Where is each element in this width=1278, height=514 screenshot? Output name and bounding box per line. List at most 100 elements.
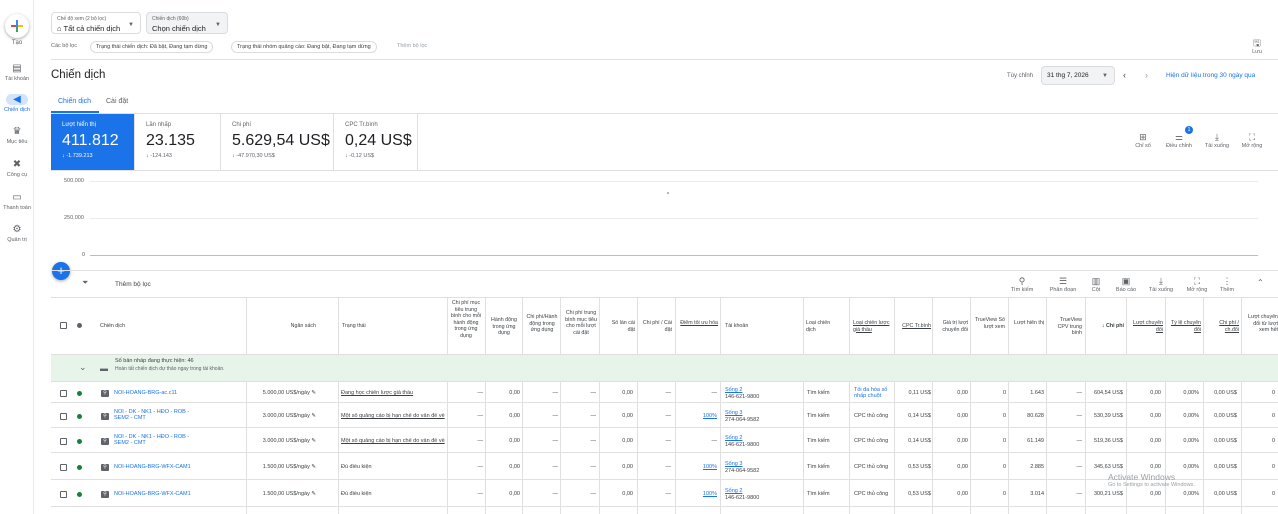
table-expand-button[interactable]: ⛶ Mở rộng [1183,275,1211,293]
column-header-impressions[interactable]: Lượt hiển thị [1010,320,1044,327]
nav-tools[interactable]: ✖ Công cụ [0,159,34,178]
select-all-checkbox[interactable] [60,322,67,329]
column-header-bid-strategy-type[interactable]: Loại chiến lược giá thầu [853,320,893,333]
metric-card-avg-cpc[interactable]: CPC Tr.bình 0,24 US$ ↓ -0,12 US$ [334,114,418,170]
column-header-campaign-type[interactable]: Loại chiến dịch [806,320,840,333]
nav-admin[interactable]: ⚙ Quản trị [0,224,34,243]
edit-budget-icon[interactable]: ✎ [311,438,316,444]
metric-card-cost[interactable]: Chi phí 5.629,54 US$ ↓ -47.970,30 US$ [221,114,334,170]
table-row[interactable]: ⚲ NOI - DK - NK1 - HĐO - ROB - SEM2 - CMT… [51,428,1278,453]
chart-expand-button[interactable]: ⛶ Mở rộng [1238,131,1266,149]
status-enabled-dot[interactable] [77,465,82,470]
column-header-cost-per-conv[interactable]: Chi phí / ch.đổi [1205,320,1239,333]
add-filter-link[interactable]: Thêm bộ lọc [397,43,427,49]
cell-account[interactable]: Sống 2 [725,435,742,441]
cell-opt[interactable]: 100% [677,464,717,470]
column-header-trueview-views[interactable]: TrueView Số lượt xem [972,317,1005,330]
column-header-trueview-cpv[interactable]: TrueView CPV trung bình [1048,317,1082,337]
cell-name[interactable]: NOI-HOANG-BRG-ac.c11 [114,390,177,396]
metrics-button[interactable]: ⊞ Chỉ số [1130,131,1156,149]
edit-budget-icon[interactable]: ✎ [311,390,316,396]
more-button[interactable]: ⋮ Thêm [1216,275,1238,293]
row-checkbox[interactable] [60,413,67,420]
table-row[interactable]: ⚲ NOI - DK - NK1 - HĐO - ROB - SEM2 - CMT… [51,403,1278,428]
row-checkbox[interactable] [60,464,67,471]
expand-chevron-icon[interactable]: ⌄ [79,362,87,373]
column-header-conv-value[interactable]: Giá trị lượt chuyển đổi [935,320,968,333]
nav-accounts[interactable]: ▤ Tài khoản [0,63,34,82]
cell-opt[interactable]: — [677,390,718,396]
next-period-icon[interactable]: › [1145,70,1148,80]
table-download-button[interactable]: ⤓ Tải xuống [1146,275,1176,293]
nav-campaigns[interactable]: ◀ Chiến dịch [0,94,34,113]
row-checkbox[interactable] [60,438,67,445]
nav-billing[interactable]: ▭ Thanh toán [0,192,34,211]
column-header-view-through-conv[interactable]: Lượt chuyển đổi từ lượt xem hết [1243,314,1278,334]
status-enabled-dot[interactable] [77,414,82,419]
campaign-dropdown[interactable]: Chiến dịch (60b) Chọn chiến dịch ▼ [146,12,228,34]
column-header-cost[interactable]: ↓ Chi phí [1088,323,1124,330]
drafts-row[interactable]: ⌄ ▬ Số bản nháp đang thực hiện: 46 Hoàn … [51,355,1278,382]
chart-download-button[interactable]: ⤓ Tải xuống [1202,131,1232,149]
table-search-button[interactable]: ⚲ Tìm kiếm [1008,275,1036,293]
table-add-filter[interactable]: Thêm bộ lọc [115,281,151,288]
column-header-status[interactable]: Trạng thái [342,323,366,330]
table-row[interactable]: ⚲ NOI-HOANG-BRG-WFX-CAM1 1.500,00 US$/ngày… [51,453,1278,480]
cell-name[interactable]: NOI - DK - NK1 - HĐO - ROB - SEM2 - CMT [114,434,194,446]
row-checkbox[interactable] [60,491,67,498]
filter-icon[interactable]: ⏷ [82,278,88,288]
column-header-budget[interactable]: Ngân sách [250,323,316,330]
cell-opt[interactable]: 100% [677,491,717,497]
column-header-avg-cpc[interactable]: CPC Tr.bình [897,323,931,330]
save-button[interactable]: 🖫 Lưu [1248,37,1266,55]
column-header-target-cpi[interactable]: Chi phí trung bình mục tiêu cho mỗi lượt… [563,310,599,336]
tab-campaigns[interactable]: Chiến dịch [58,98,91,105]
cell-account[interactable]: Sống 3 [725,410,742,416]
status-enabled-dot[interactable] [77,492,82,497]
create-button[interactable] [5,14,29,38]
table-row[interactable]: ⚲ NOI-HOANG-BRG-WFX-CAM1 1.500,00 US$/ngày… [51,480,1278,507]
view-dropdown[interactable]: Chế độ xem (2 bộ lọc) ⌂ Tất cả chiến dịc… [51,12,141,34]
column-header-campaign[interactable]: Chiến dịch [100,323,125,330]
cell-cpa: 0,00 US$ [1214,491,1237,497]
column-header-conv-rate[interactable]: Tỷ lệ chuyển đổi [1166,320,1201,333]
cell-account[interactable]: Sống 2 [725,488,742,494]
metric-card-clicks[interactable]: Lần nhấp 23.135 ↓ -124.143 [135,114,221,170]
status-enabled-dot[interactable] [77,439,82,444]
date-range-picker[interactable]: 31 thg 7, 2026 ▼ [1041,66,1115,85]
columns-button[interactable]: ▥ Cột [1087,275,1105,293]
filter-chip-adgroup-status[interactable]: Trạng thái nhóm quảng cáo: Đang bật, Đan… [231,41,377,53]
cell-c3: — [552,438,559,444]
filter-chip-campaign-status[interactable]: Trạng thái chiến dịch: Đã bật, Đang tạm … [90,41,214,53]
cell-opt[interactable]: — [677,438,718,444]
prev-period-icon[interactable]: ‹ [1123,70,1126,80]
column-header-cost-per-app-action[interactable]: Chi phí/Hành động trong ứng dụng [526,314,558,334]
tab-settings[interactable]: Cài đặt [106,98,128,105]
show-last-30-days-link[interactable]: Hiện dữ liệu trong 30 ngày qua [1166,72,1255,79]
cell-account[interactable]: Sống 3 [725,461,742,467]
cell-account[interactable]: Sống 2 [725,387,742,393]
segment-button[interactable]: ☰ Phân đoạn [1046,275,1080,293]
edit-budget-icon[interactable]: ✎ [311,464,316,470]
add-campaign-fab[interactable]: + [52,262,70,280]
column-header-conversions[interactable]: Lượt chuyển đổi [1127,320,1163,333]
cell-name[interactable]: NOI-HOANG-BRG-WFX-CAM1 [114,464,191,470]
nav-goals[interactable]: ♛ Mục tiêu [0,126,34,145]
column-header-target-cpa-app[interactable]: Chi phí mục tiêu trung bình cho mỗi hành… [450,300,482,339]
column-header-installs[interactable]: Số lần cài đặt [603,320,635,333]
edit-budget-icon[interactable]: ✎ [311,491,316,497]
cell-opt[interactable]: 100% [677,413,717,419]
row-checkbox[interactable] [60,390,67,397]
column-header-app-actions[interactable]: Hành động trong ứng dụng [488,317,520,337]
cell-name[interactable]: NOI - DK - NK1 - HĐO - ROB - SEM2 - CMT [114,409,194,421]
column-header-optimization-score[interactable]: Điểm tối ưu hóa [680,320,718,327]
collapse-icon[interactable]: ⌃ [1257,278,1264,287]
edit-budget-icon[interactable]: ✎ [311,413,316,419]
column-header-cost-per-install[interactable]: Chi phí / Cài đặt [640,320,672,333]
metric-card-impressions[interactable]: Lượt hiển thị 411.812 ↓ -1.739.213 [51,114,135,170]
column-header-account[interactable]: Tài khoản [725,323,748,330]
table-row[interactable]: ⚲ NOI-HOANG-BRG-ac.c11 5.000,00 US$/ngày ✎… [51,382,1278,403]
report-button[interactable]: ▣ Báo cáo [1112,275,1140,293]
cell-name[interactable]: NOI-HOANG-BRG-WFX-CAM1 [114,491,191,497]
status-enabled-dot[interactable] [77,391,82,396]
